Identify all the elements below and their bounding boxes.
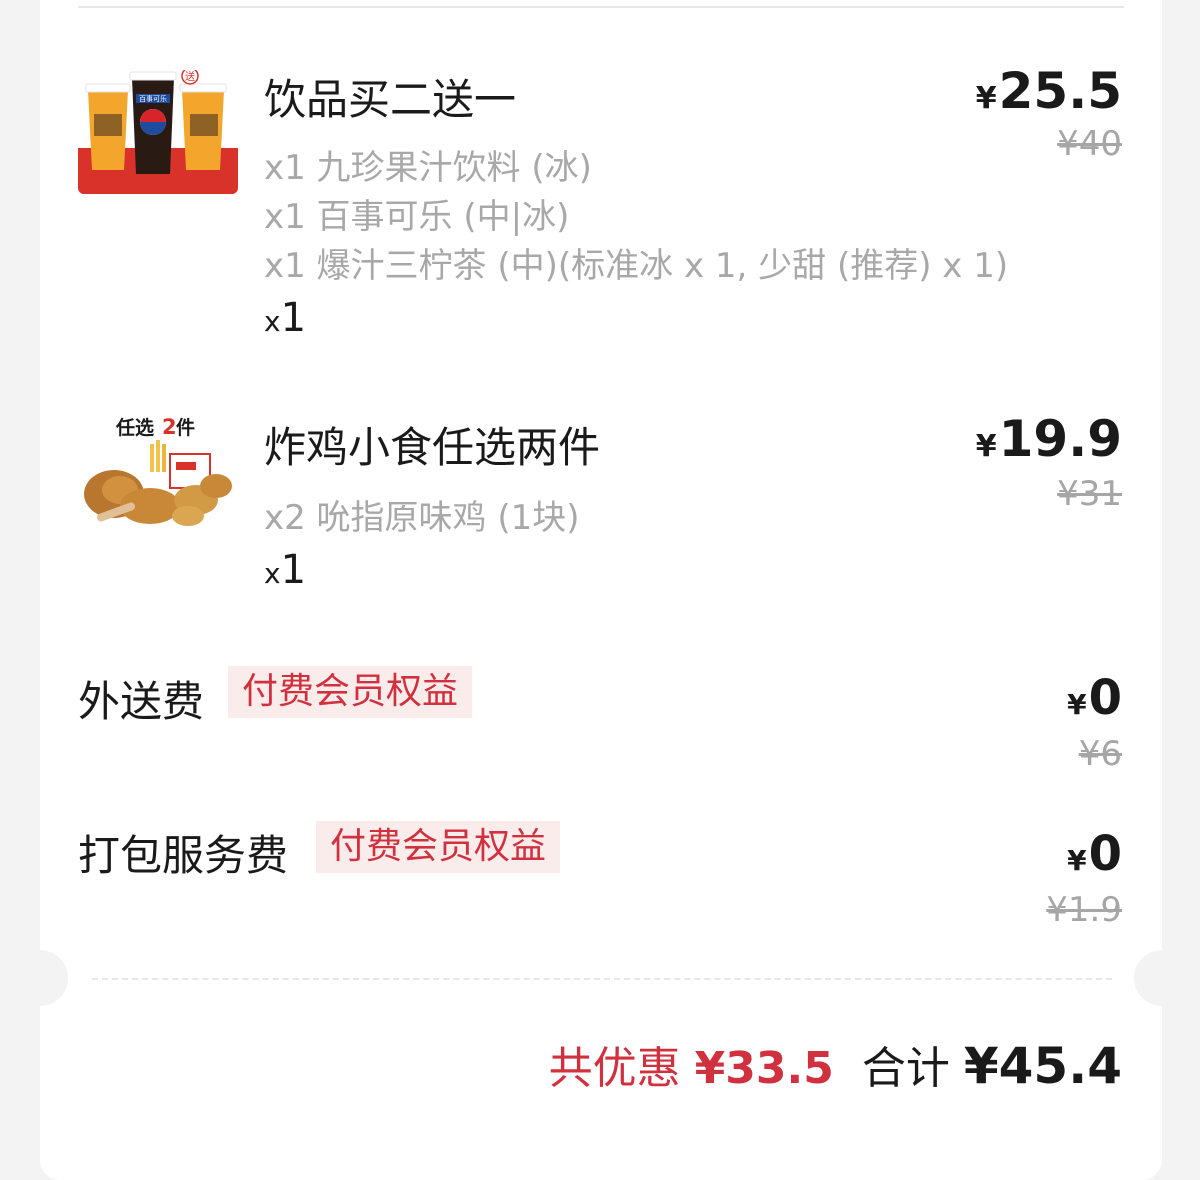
item-quantity-drinks: x1 — [264, 295, 307, 341]
chicken-product-image[interactable]: 任选 2 件 — [78, 410, 238, 534]
left-notch — [12, 950, 68, 1006]
item-name-chicken: 炸鸡小食任选两件 — [264, 423, 601, 472]
item-detail-line: x2 吮指原味鸡 (1块) — [264, 498, 580, 538]
item-original-price-chicken: ¥31 — [1057, 474, 1122, 514]
right-notch — [1134, 950, 1190, 1006]
chicken-image-label-pre: 任选 — [115, 416, 154, 439]
discount-value: ¥33.5 — [694, 1043, 834, 1094]
gift-badge: 送 — [185, 70, 195, 83]
chicken-image-label-post: 件 — [176, 416, 195, 439]
member-benefit-badge: 付费会员权益 — [316, 821, 561, 873]
total-value: ¥45.4 — [963, 1037, 1122, 1095]
delivery-fee-price: ¥0 — [1067, 670, 1122, 726]
item-name-drinks: 饮品买二送一 — [264, 75, 517, 124]
discount-label: 共优惠 — [548, 1043, 681, 1094]
dashed-separator — [92, 978, 1112, 980]
drinks-image-label: 百事可乐 — [139, 94, 167, 103]
drinks-product-image[interactable]: 百事可乐 送 — [78, 70, 238, 194]
order-summary: 共优惠 ¥33.5 合计 ¥45.4 — [549, 1032, 1122, 1096]
member-benefit-badge: 付费会员权益 — [228, 666, 473, 718]
packaging-fee-price: ¥0 — [1067, 826, 1122, 882]
packaging-fee-original-price: ¥1.9 — [1046, 890, 1122, 930]
packaging-fee-label: 打包服务费 — [78, 831, 289, 880]
chicken-image-label-num: 2 — [162, 415, 177, 439]
delivery-fee-original-price: ¥6 — [1078, 734, 1122, 774]
delivery-fee-label: 外送费 — [78, 677, 205, 726]
item-price-drinks: ¥25.5 — [975, 62, 1122, 120]
top-divider — [78, 6, 1124, 8]
item-quantity-chicken: x1 — [264, 547, 307, 593]
item-price-chicken: ¥19.9 — [975, 410, 1122, 468]
item-detail-line: x1 九珍果汁饮料 (冰) — [264, 148, 592, 188]
item-detail-line: x1 爆汁三柠茶 (中)(标准冰 x 1, 少甜 (推荐) x 1) — [264, 246, 1009, 286]
total-label: 合计 — [861, 1043, 950, 1094]
item-original-price-drinks: ¥40 — [1057, 124, 1122, 164]
item-detail-line: x1 百事可乐 (中|冰) — [264, 197, 570, 237]
